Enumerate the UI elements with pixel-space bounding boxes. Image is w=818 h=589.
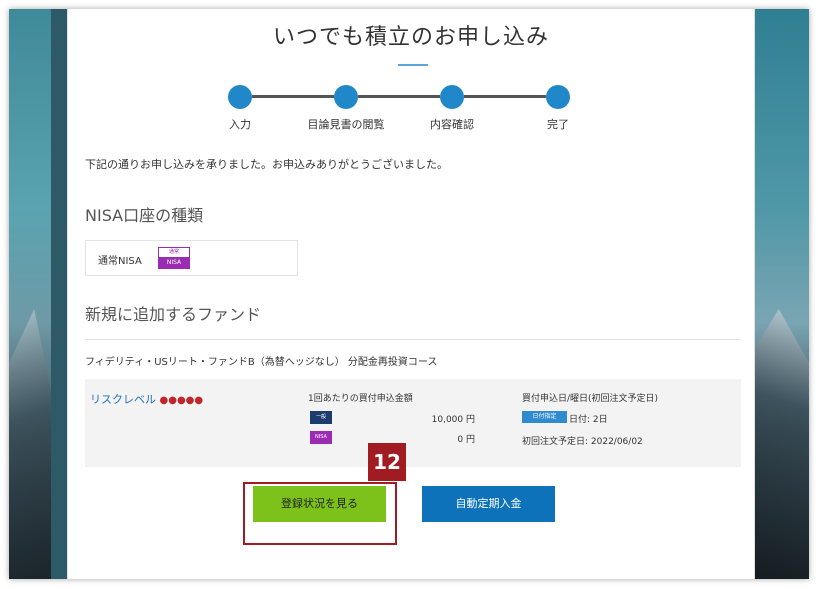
- amount-ippan: 10,000 円: [431, 415, 475, 425]
- screenshot-frame: いつでも積立のお申し込み 入力 目論見書の閲覧 内容確認 完了 下記の通りお申し…: [9, 9, 809, 579]
- tag-ippan: 一般: [310, 411, 332, 424]
- step-number-badge: 12: [368, 443, 406, 481]
- risk-level-dots: ●●●●●: [159, 395, 204, 406]
- progress-steps: 入力 目論見書の閲覧 内容確認 完了: [228, 85, 588, 135]
- step-label-prospectus: 目論見書の閲覧: [307, 118, 385, 131]
- amount-nisa: 0 円: [457, 435, 475, 445]
- fund-section-heading: 新規に追加するファンド: [85, 305, 262, 324]
- nisa-account-type: 通常NISA: [98, 256, 142, 267]
- nisa-account-box: 通常NISA 通常 NISA: [85, 240, 298, 276]
- step-connector: [464, 95, 546, 98]
- first-order-date: 初回注文予定日: 2022/06/02: [522, 437, 643, 447]
- auto-deposit-button[interactable]: 自動定期入金: [422, 486, 555, 522]
- step-label-complete: 完了: [547, 118, 569, 131]
- nisa-badge: 通常 NISA: [158, 247, 190, 269]
- step-label-confirm: 内容確認: [430, 118, 474, 131]
- divider: [85, 339, 741, 340]
- step-dot-complete: [546, 85, 570, 109]
- step-label-input: 入力: [229, 118, 251, 131]
- page-title: いつでも積立のお申し込み: [272, 25, 549, 50]
- step-connector: [358, 95, 440, 98]
- risk-level: リスクレベル ●●●●●: [90, 391, 203, 407]
- nisa-badge-bottom: NISA: [159, 257, 189, 268]
- tag-date-specified: 日付指定: [522, 411, 567, 423]
- content-panel: いつでも積立のお申し込み 入力 目論見書の閲覧 内容確認 完了 下記の通りお申し…: [67, 9, 755, 579]
- date-value: 日付: 2日: [569, 415, 608, 425]
- fund-name: フィデリティ・USリート・ファンドB（為替ヘッジなし） 分配金再投資コース: [85, 357, 438, 368]
- nisa-badge-top: 通常: [159, 248, 189, 257]
- date-header: 買付申込日/曜日(初回注文予定日): [522, 394, 659, 404]
- title-underline: [398, 64, 428, 66]
- mountain-right: [754, 309, 809, 579]
- tag-nisa: NISA: [310, 431, 332, 444]
- step-connector: [252, 95, 334, 98]
- step-dot-input: [228, 85, 252, 109]
- nisa-section-heading: NISA口座の種類: [85, 206, 204, 225]
- step-dot-confirm: [440, 85, 464, 109]
- completion-notice: 下記の通りお申し込みを承りました。お申込みありがとうございました。: [85, 158, 448, 171]
- highlight-box: [243, 482, 397, 545]
- amount-header: 1回あたりの買付申込金額: [308, 394, 413, 404]
- risk-level-label: リスクレベル: [90, 393, 156, 406]
- fund-detail-box: リスクレベル ●●●●● 1回あたりの買付申込金額 一般 NISA 10,000…: [85, 379, 741, 467]
- step-dot-prospectus: [334, 85, 358, 109]
